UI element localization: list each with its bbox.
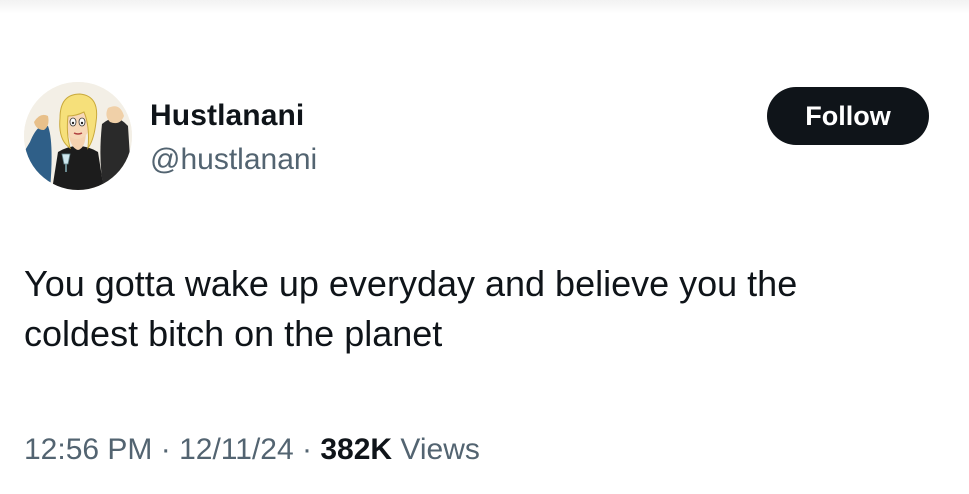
meta-separator: · — [293, 433, 321, 466]
tweet-card: Hustlanani @hustlanani Follow You gotta … — [0, 0, 969, 494]
author-handle[interactable]: @hustlanani — [150, 143, 317, 177]
author-display-name[interactable]: Hustlanani — [150, 99, 304, 133]
tweet-date[interactable]: 12/11/24 — [179, 433, 294, 466]
tweet-text: You gotta wake up everyday and believe y… — [24, 259, 944, 359]
follow-button[interactable]: Follow — [767, 87, 929, 145]
avatar[interactable] — [24, 82, 132, 190]
tweet-text-line: coldest bitch on the planet — [24, 313, 443, 354]
tweet-meta: 12:56 PM · 12/11/24 · 382K Views — [24, 433, 480, 467]
tweet-text-line: You gotta wake up everyday and believe y… — [24, 263, 798, 304]
meta-separator: · — [152, 433, 180, 466]
cartoon-avatar-icon — [24, 82, 132, 190]
tweet-time[interactable]: 12:56 PM — [24, 433, 152, 466]
views-label: Views — [392, 433, 480, 466]
views-count: 382K — [320, 433, 393, 466]
